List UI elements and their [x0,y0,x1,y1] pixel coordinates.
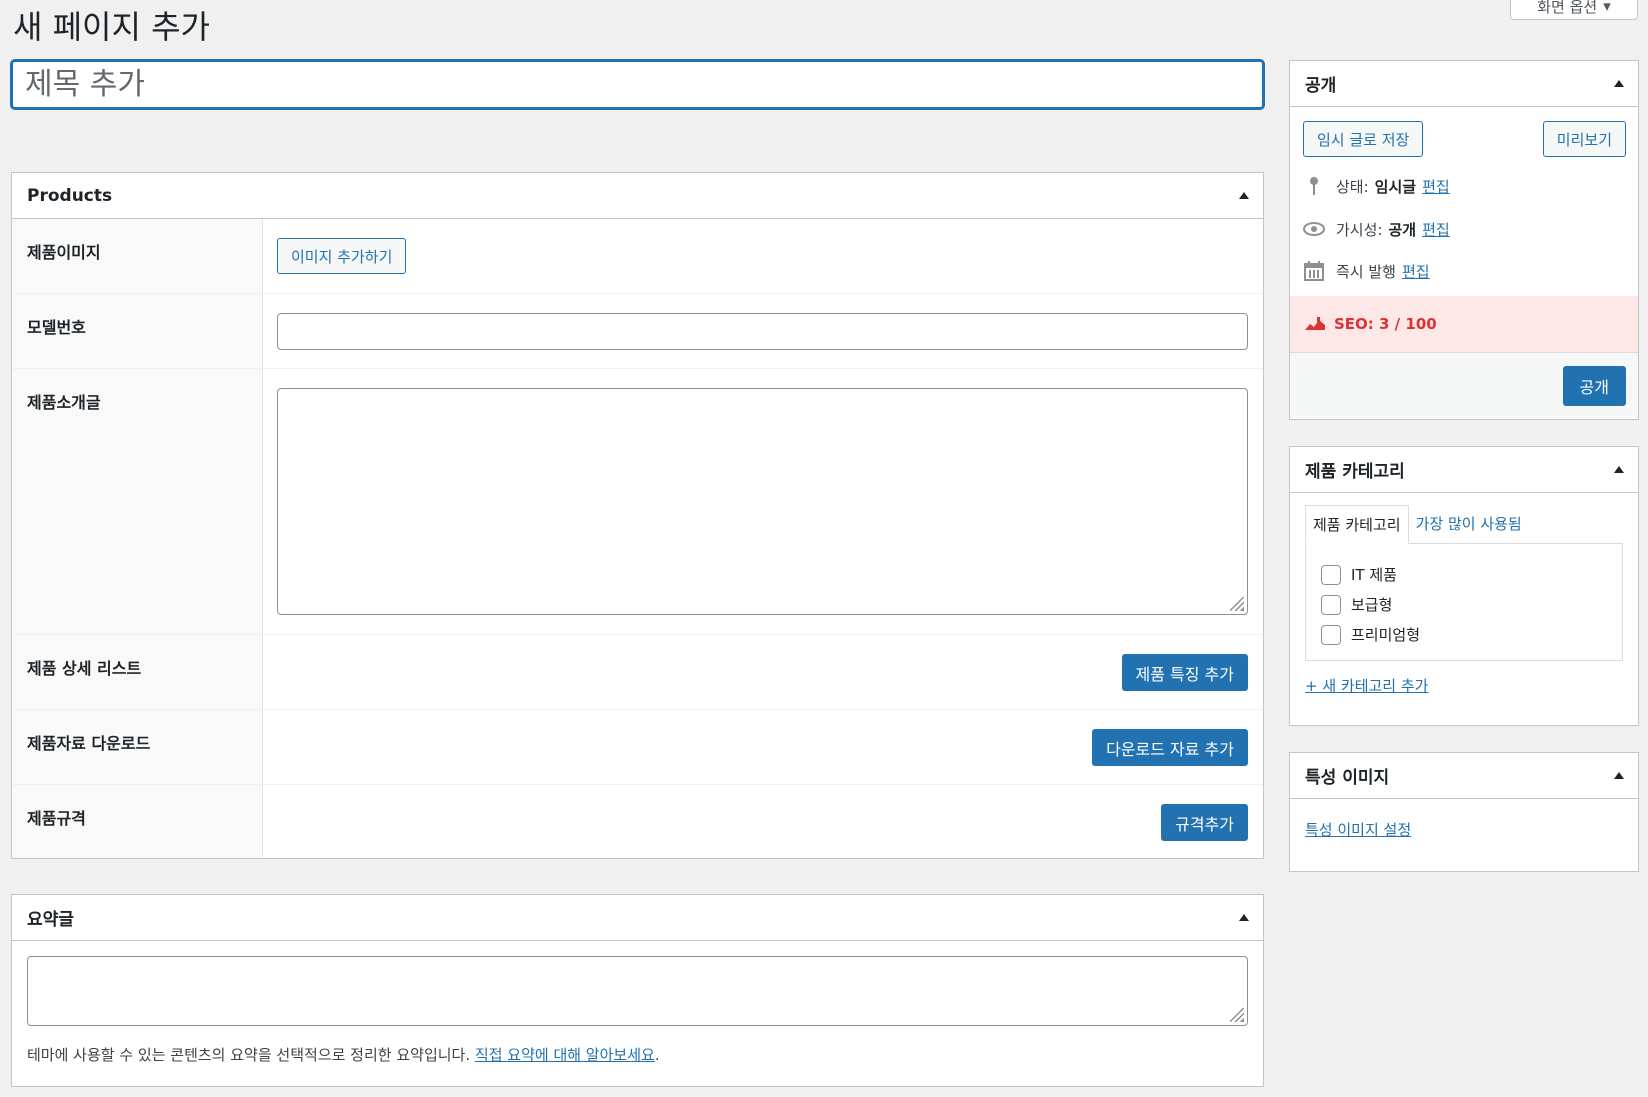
pin-icon [1303,176,1325,196]
row-spec: 제품규격 규격추가 [12,785,1263,858]
publish-box: 공개 임시 글로 저장 미리보기 상태: 임시글 편집 가시성: 공개 편집 즉… [1289,60,1639,420]
toggle-up-icon[interactable] [1239,192,1249,199]
detail-label: 제품 상세 리스트 [12,635,263,709]
category-list: IT 제품 보급형 프리미엄형 [1305,543,1623,661]
seo-score-bar: SEO: 3 / 100 [1290,296,1638,352]
resize-handle-icon[interactable] [1230,1008,1244,1022]
intro-textarea[interactable] [277,388,1248,615]
add-category-link[interactable]: + 새 카테고리 추가 [1305,677,1428,695]
tab-all-categories[interactable]: 제품 카테고리 [1305,505,1409,544]
edit-schedule-link[interactable]: 편집 [1402,261,1430,282]
category-checkbox[interactable] [1321,624,1341,645]
seo-score: SEO: 3 / 100 [1334,315,1437,333]
eye-icon [1303,222,1325,236]
category-tabs: 제품 카테고리 가장 많이 사용됨 [1290,505,1638,544]
add-feature-button[interactable]: 제품 특징 추가 [1121,654,1248,691]
excerpt-help-text: 테마에 사용할 수 있는 콘텐츠의 요약을 선택적으로 정리한 요약입니다. [27,1046,471,1064]
category-checkbox[interactable] [1321,564,1341,585]
row-intro: 제품소개글 [12,369,1263,635]
toggle-up-icon[interactable] [1614,772,1624,779]
row-model: 모델번호 [12,294,1263,369]
seo-icon [1304,316,1326,332]
category-checkbox[interactable] [1321,594,1341,615]
model-label: 모델번호 [12,294,263,368]
add-download-button[interactable]: 다운로드 자료 추가 [1092,729,1248,766]
screen-options-button[interactable]: 화면 옵션 ▾ [1510,0,1638,20]
publish-header: 공개 [1290,61,1638,107]
featured-image-box: 특성 이미지 특성 이미지 설정 [1289,752,1639,872]
list-item[interactable]: 보급형 [1321,594,1607,615]
save-draft-button[interactable]: 임시 글로 저장 [1303,121,1424,157]
excerpt-help: 테마에 사용할 수 있는 콘텐츠의 요약을 선택적으로 정리한 요약입니다. 직… [27,1046,660,1064]
toggle-up-icon[interactable] [1239,914,1249,921]
resize-handle-icon[interactable] [1230,597,1244,611]
excerpt-learn-link[interactable]: 직접 요약에 대해 알아보세요 [475,1046,655,1064]
list-item[interactable]: IT 제품 [1321,564,1607,585]
model-number-field[interactable] [277,313,1248,350]
edit-status-link[interactable]: 편집 [1422,176,1450,197]
image-label: 제품이미지 [12,219,263,293]
toggle-up-icon[interactable] [1614,466,1624,473]
intro-label: 제품소개글 [12,369,263,634]
excerpt-box: 요약글 테마에 사용할 수 있는 콘텐츠의 요약을 선택적으로 정리한 요약입니… [11,894,1264,1087]
calendar-icon [1303,261,1325,281]
featured-header: 특성 이미지 [1290,753,1638,799]
categories-box: 제품 카테고리 제품 카테고리 가장 많이 사용됨 IT 제품 보급형 프리미엄… [1289,446,1639,726]
list-item[interactable]: 프리미엄형 [1321,624,1607,645]
screen-options-label: 화면 옵션 [1537,0,1598,16]
schedule-line: 즉시 발행 편집 [1290,256,1638,286]
excerpt-textarea[interactable] [27,956,1248,1026]
visibility-line: 가시성: 공개 편집 [1290,214,1638,244]
products-header: Products [12,173,1263,219]
spec-label: 제품규격 [12,785,263,858]
status-line: 상태: 임시글 편집 [1290,171,1638,201]
page-title: 새 페이지 추가 [13,8,210,46]
add-spec-button[interactable]: 규격추가 [1161,804,1248,841]
excerpt-header: 요약글 [12,895,1263,941]
preview-button[interactable]: 미리보기 [1542,121,1626,157]
featured-heading: 특성 이미지 [1305,768,1390,788]
products-box: Products 제품이미지 이미지 추가하기 모델번호 제품소개글 제품 상세… [11,172,1264,859]
row-detail: 제품 상세 리스트 제품 특징 추가 [12,635,1263,710]
chevron-down-icon: ▾ [1603,0,1611,15]
products-heading: Products [27,185,113,206]
publish-button[interactable]: 공개 [1562,365,1626,406]
set-featured-image-link[interactable]: 특성 이미지 설정 [1305,821,1411,839]
title-input[interactable] [11,60,1264,109]
download-label: 제품자료 다운로드 [12,710,263,784]
publish-heading: 공개 [1305,76,1337,96]
toggle-up-icon[interactable] [1614,80,1624,87]
tab-most-used[interactable]: 가장 많이 사용됨 [1409,505,1529,543]
excerpt-heading: 요약글 [27,910,74,930]
categories-heading: 제품 카테고리 [1305,462,1405,482]
row-image: 제품이미지 이미지 추가하기 [12,219,1263,294]
row-download: 제품자료 다운로드 다운로드 자료 추가 [12,710,1263,785]
edit-visibility-link[interactable]: 편집 [1422,219,1450,240]
categories-header: 제품 카테고리 [1290,447,1638,493]
add-image-button[interactable]: 이미지 추가하기 [277,238,407,274]
